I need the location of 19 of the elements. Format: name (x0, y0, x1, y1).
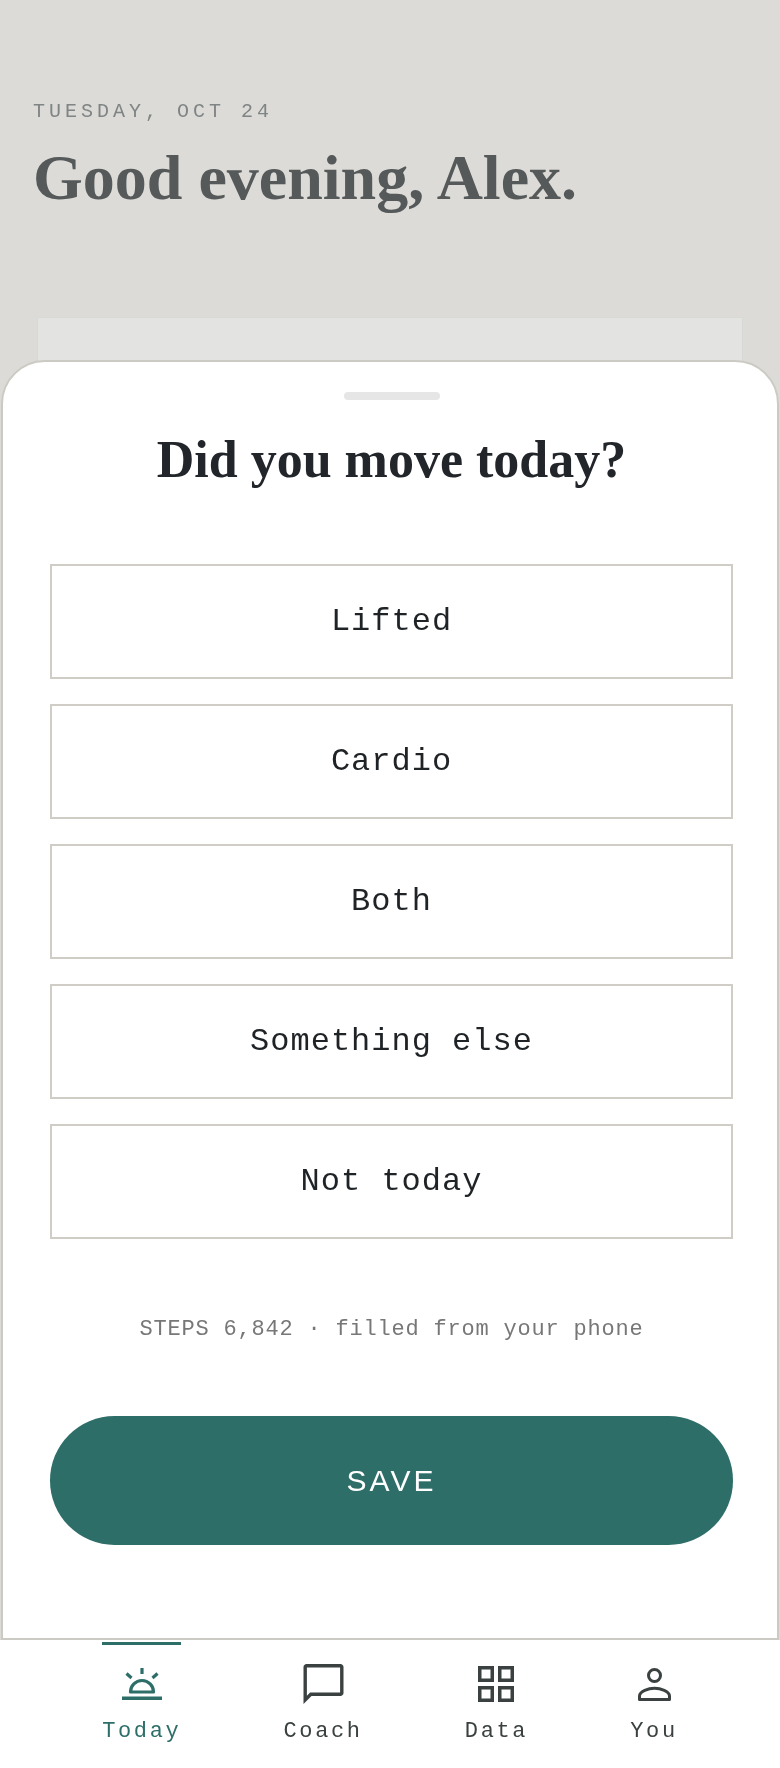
sunrise-icon (121, 1668, 162, 1700)
chat-bubble-icon (302, 1664, 344, 1704)
option-button[interactable]: Not today (50, 1124, 733, 1239)
option-button[interactable]: Both (50, 844, 733, 959)
nav-tab[interactable]: Coach (283, 1640, 363, 1746)
sheet-title: Did you move today? (156, 430, 627, 490)
person-icon (637, 1667, 671, 1701)
option-button[interactable]: Cardio (50, 704, 733, 819)
drag-handle[interactable] (343, 392, 440, 400)
nav-tab[interactable]: Data (464, 1640, 529, 1746)
steps-note: STEPS 6,842 · filled from your phone (139, 1316, 644, 1344)
nav-tab[interactable]: Today (102, 1640, 182, 1746)
nav-tab[interactable]: You (630, 1640, 678, 1746)
grid-icon (478, 1666, 515, 1702)
option-button[interactable]: Lifted (50, 564, 733, 679)
greeting-heading: Good evening, Alex. (33, 142, 578, 214)
save-button[interactable]: SAVE (50, 1416, 733, 1545)
option-button[interactable]: Something else (50, 984, 733, 1099)
date-text: TUESDAY, OCT 24 (33, 100, 274, 124)
